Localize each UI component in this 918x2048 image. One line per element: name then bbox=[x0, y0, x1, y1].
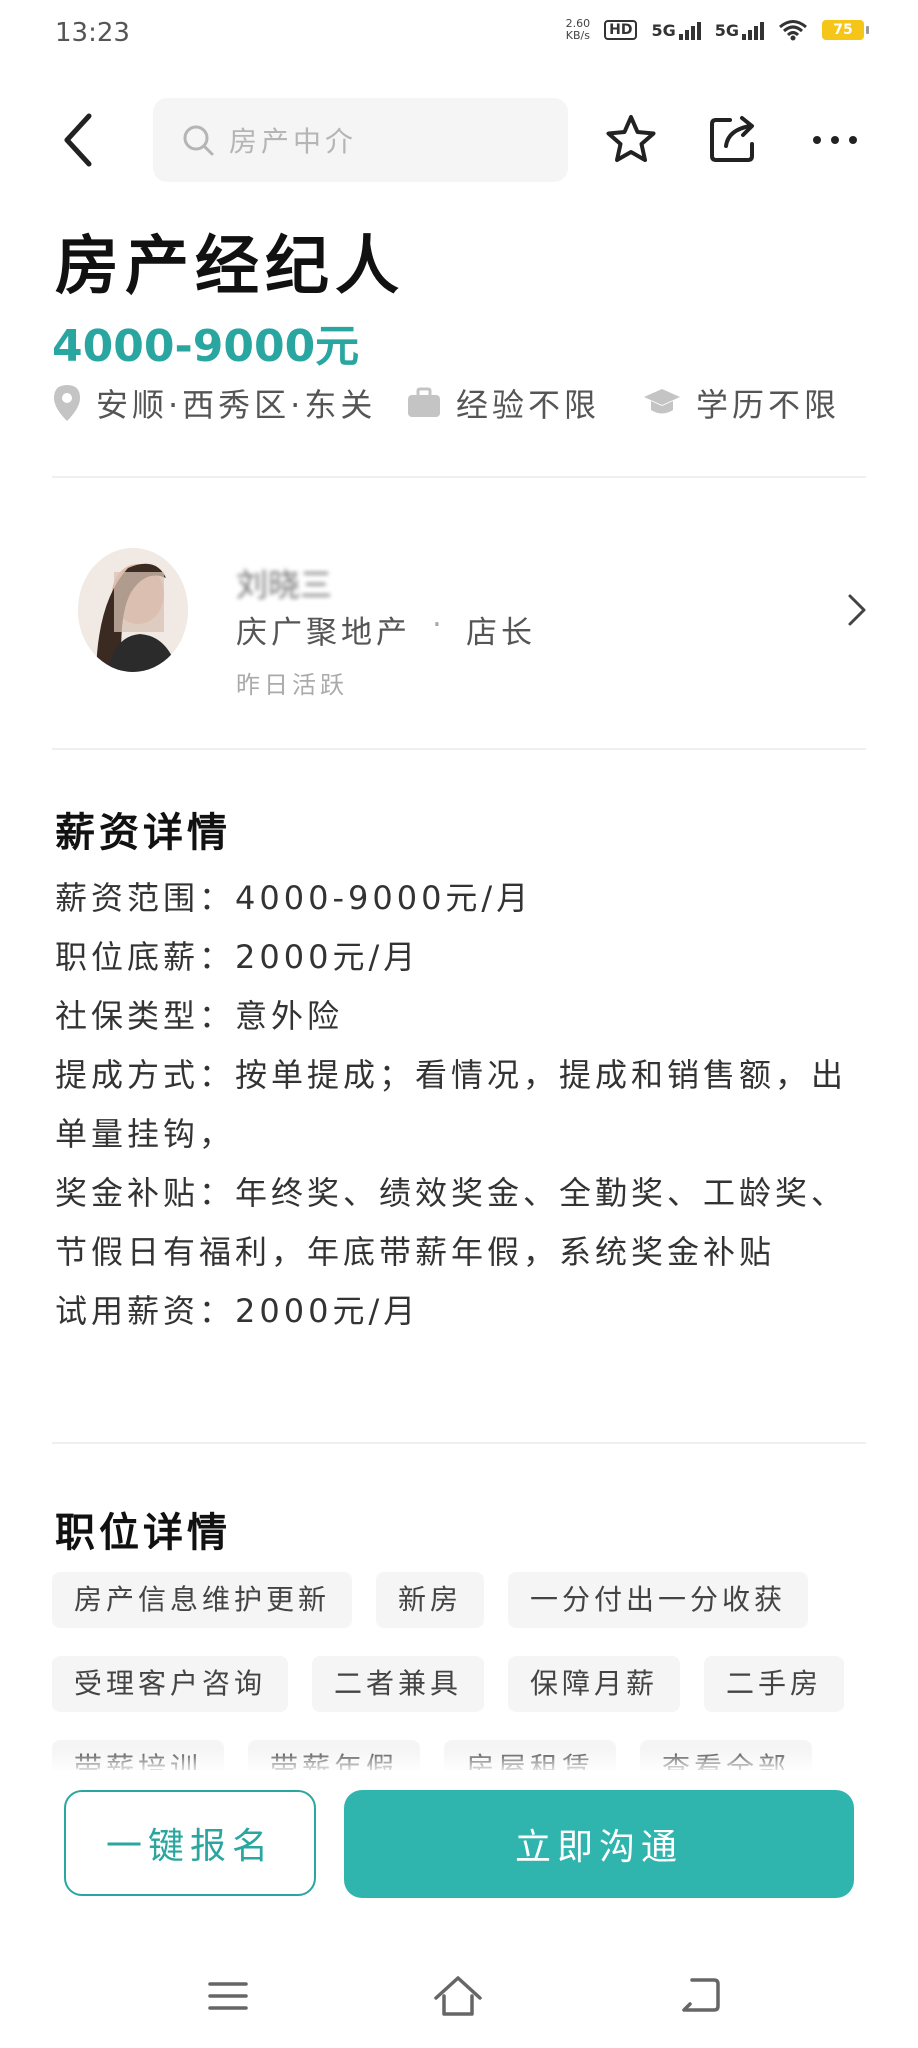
back-arrow-icon[interactable] bbox=[55, 110, 103, 170]
chevron-right-icon[interactable] bbox=[846, 592, 868, 628]
search-icon bbox=[183, 125, 214, 156]
salary-detail-line: 薪资范围：4000-9000元/月 bbox=[55, 879, 533, 917]
divider bbox=[52, 748, 866, 750]
status-icons: 2.60 KB/s HD 5G 5G 75 bbox=[565, 17, 869, 42]
favorite-star-icon[interactable] bbox=[603, 112, 659, 168]
recruiter-company: 庆广聚地产 bbox=[236, 615, 411, 651]
tag[interactable]: 二手房 bbox=[704, 1656, 845, 1712]
tag[interactable]: 房屋租赁 bbox=[444, 1740, 617, 1772]
recruiter-name: 刘晓三 bbox=[236, 566, 333, 604]
tag[interactable]: 新房 bbox=[376, 1572, 485, 1628]
salary-range: 4000-9000元 bbox=[52, 321, 360, 372]
divider bbox=[52, 476, 866, 478]
one-click-apply-button[interactable]: 一键报名 bbox=[64, 1790, 316, 1896]
signal-icon-sim2: 5G bbox=[715, 20, 764, 40]
graduation-cap-icon bbox=[644, 389, 680, 414]
recruiter-photo-icon bbox=[78, 548, 188, 672]
status-time: 13:23 bbox=[55, 18, 130, 48]
location-pin-icon bbox=[54, 385, 80, 421]
experience-info: 经验不限 bbox=[406, 380, 600, 426]
tags-container: 房产信息维护更新 新房 一分付出一分收获 受理客户咨询 二者兼具 保障月薪 二手… bbox=[0, 1572, 918, 1772]
view-all-tag[interactable]: 查看全部 bbox=[640, 1740, 813, 1772]
tag[interactable]: 房产信息维护更新 bbox=[52, 1572, 353, 1628]
chat-now-button[interactable]: 立即沟通 bbox=[344, 1790, 854, 1898]
search-input[interactable]: 房产中介 bbox=[153, 98, 568, 182]
recruiter-role: 店长 bbox=[466, 615, 536, 651]
tag[interactable]: 二者兼具 bbox=[312, 1656, 485, 1712]
recruiter-active-status: 昨日活跃 bbox=[236, 671, 348, 699]
position-details-heading: 职位详情 bbox=[55, 1510, 231, 1556]
more-options-icon[interactable] bbox=[810, 120, 860, 160]
salary-details-heading: 薪资详情 bbox=[55, 810, 231, 856]
briefcase-icon bbox=[408, 387, 440, 417]
divider bbox=[52, 1442, 866, 1444]
salary-detail-line: 社保类型：意外险 bbox=[55, 997, 344, 1035]
salary-detail-line: 奖金补贴：年终奖、绩效奖金、全勤奖、工龄奖、节假日有福利，年底带薪年假，系统奖金… bbox=[55, 1174, 848, 1271]
avatar[interactable] bbox=[78, 548, 188, 672]
salary-detail-line: 提成方式：按单提成；看情况，提成和销售额，出单量挂钩， bbox=[55, 1056, 848, 1153]
battery-icon: 75 bbox=[822, 20, 869, 40]
job-title: 房产经纪人 bbox=[55, 229, 405, 304]
menu-icon[interactable] bbox=[208, 1980, 248, 2012]
education-info: 学历不限 bbox=[642, 380, 840, 426]
salary-details-list: 薪资范围：4000-9000元/月 职位底薪：2000元/月 社保类型：意外险 … bbox=[55, 869, 865, 1341]
salary-detail-line: 职位底薪：2000元/月 bbox=[55, 938, 420, 976]
wifi-icon bbox=[779, 20, 807, 41]
location-info: 安顺·西秀区·东关 bbox=[52, 380, 376, 426]
tag[interactable]: 一分付出一分收获 bbox=[508, 1572, 809, 1628]
hd-icon: HD bbox=[604, 20, 638, 40]
home-icon[interactable] bbox=[432, 1974, 484, 2018]
tag[interactable]: 受理客户咨询 bbox=[52, 1656, 289, 1712]
separator-dot: · bbox=[432, 607, 442, 643]
share-icon[interactable] bbox=[706, 112, 760, 166]
network-speed: 2.60 KB/s bbox=[565, 17, 591, 42]
tag[interactable]: 保障月薪 bbox=[508, 1656, 681, 1712]
search-placeholder: 房产中介 bbox=[229, 125, 358, 158]
signal-icon-sim1: 5G bbox=[651, 20, 701, 40]
system-back-icon[interactable] bbox=[680, 1976, 722, 2014]
tag[interactable]: 带薪培训 bbox=[52, 1740, 225, 1772]
tag[interactable]: 带薪年假 bbox=[248, 1740, 421, 1772]
tag-list: 房产信息维护更新 新房 一分付出一分收获 受理客户咨询 二者兼具 保障月薪 二手… bbox=[52, 1572, 872, 1772]
salary-detail-line: 试用薪资：2000元/月 bbox=[55, 1292, 420, 1330]
